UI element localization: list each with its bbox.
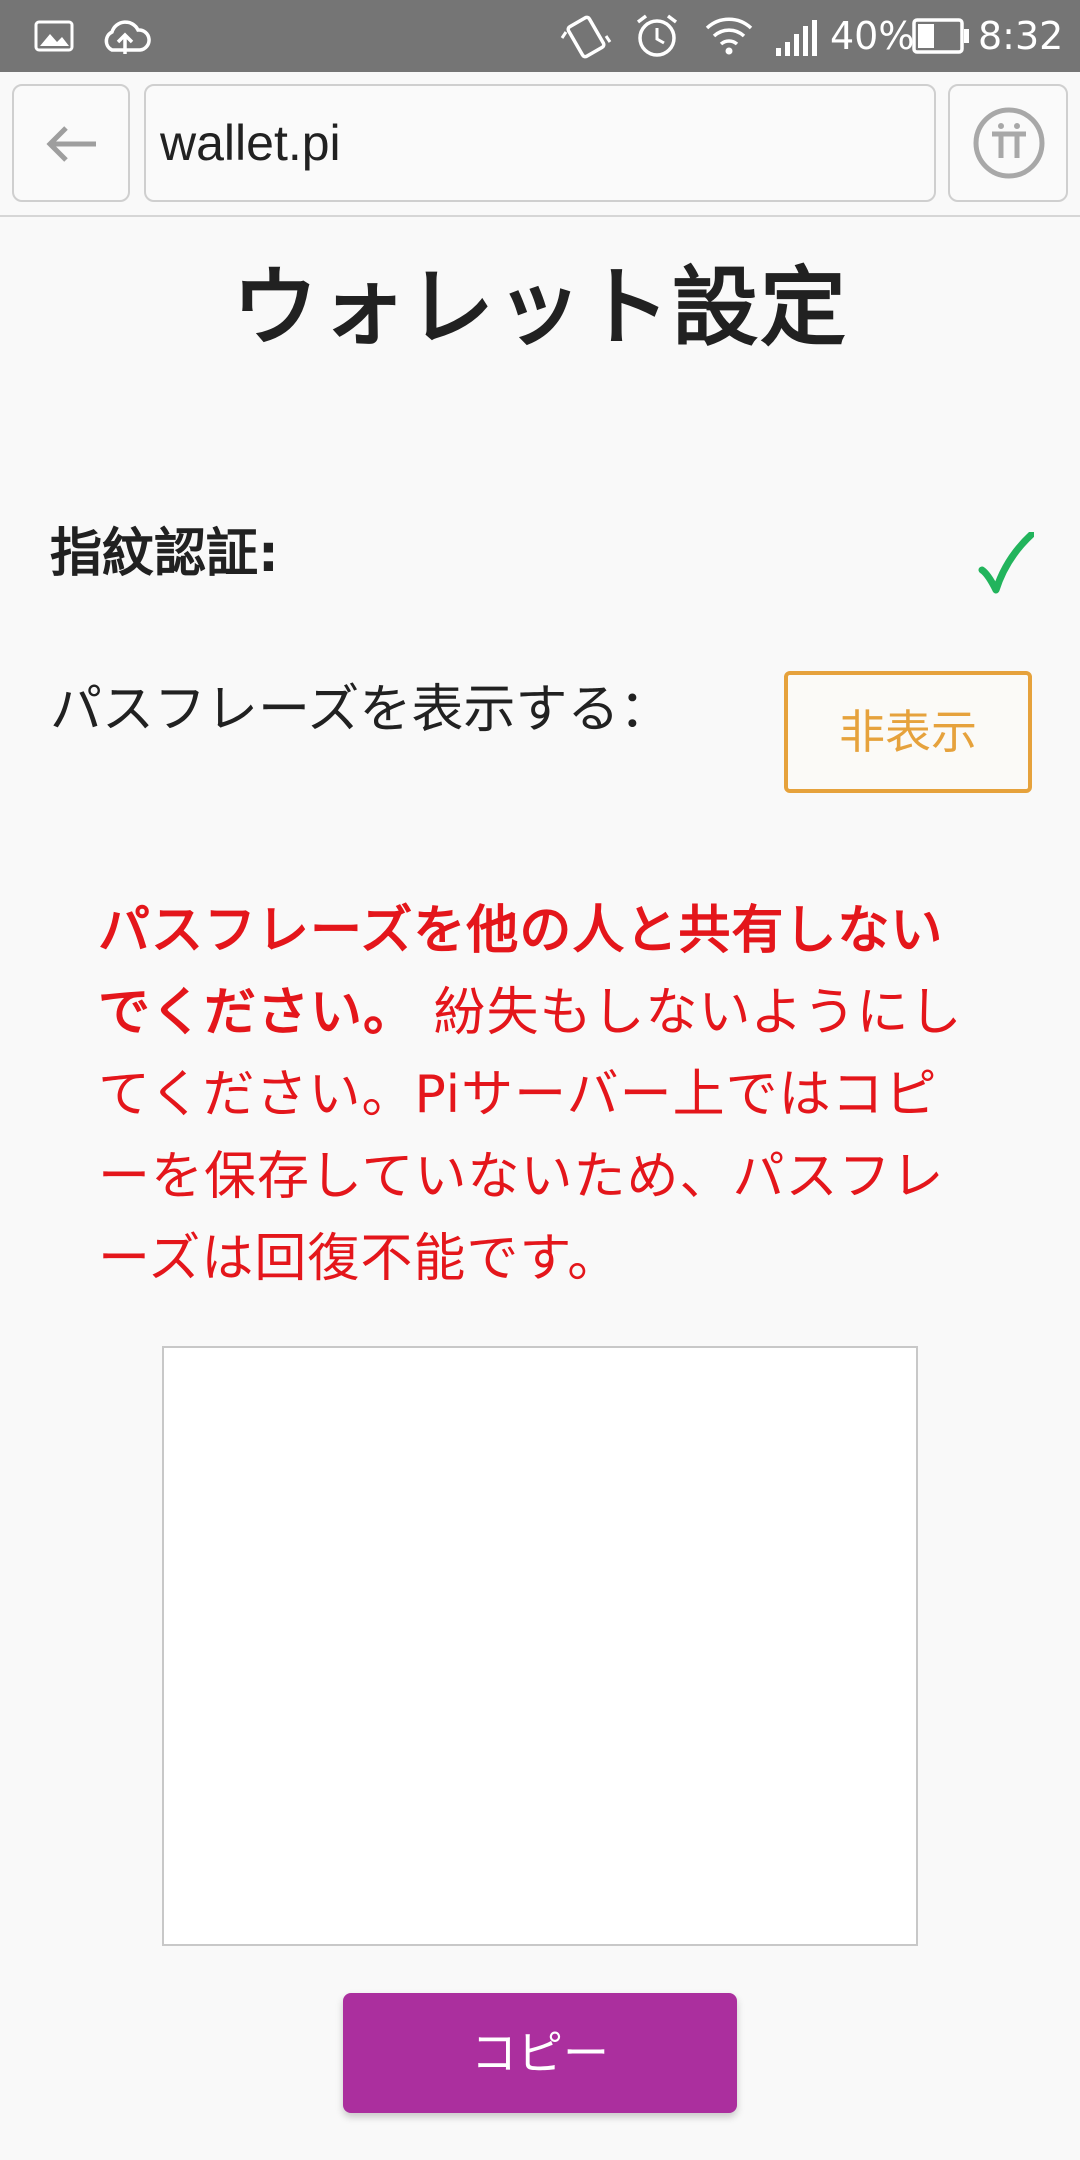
- signal-icon: [776, 20, 817, 56]
- cloud-upload-icon: [104, 20, 151, 54]
- battery-icon: [912, 18, 969, 54]
- hide-passphrase-button[interactable]: 非表示: [784, 671, 1032, 793]
- clock: 8:32: [978, 14, 1064, 58]
- arrow-left-icon: [46, 126, 96, 162]
- browser-toolbar: wallet.pi: [0, 72, 1080, 217]
- url-text: wallet.pi: [160, 115, 341, 171]
- passphrase-warning: パスフレーズを他の人と共有しないでください。 紛失もしないようにしてください。P…: [98, 890, 988, 1300]
- back-button[interactable]: [12, 84, 130, 202]
- status-bar: 40% 8:32: [0, 0, 1080, 72]
- vibrate-icon: [560, 15, 612, 59]
- pi-logo-icon: [973, 107, 1045, 179]
- alarm-icon: [636, 14, 678, 57]
- passphrase-display[interactable]: [162, 1346, 918, 1946]
- passphrase-label: パスフレーズを表示する：: [50, 680, 672, 740]
- gallery-icon: [34, 20, 74, 52]
- copy-button[interactable]: コピー: [343, 1993, 737, 2113]
- check-icon[interactable]: [978, 532, 1034, 594]
- url-field[interactable]: wallet.pi: [144, 84, 936, 202]
- pi-menu-button[interactable]: [948, 84, 1068, 202]
- fingerprint-label: 指紋認証:: [50, 524, 279, 584]
- page-title: ウォレット設定: [232, 258, 848, 358]
- wifi-icon: [705, 17, 753, 55]
- battery-percent: 40%: [830, 14, 915, 58]
